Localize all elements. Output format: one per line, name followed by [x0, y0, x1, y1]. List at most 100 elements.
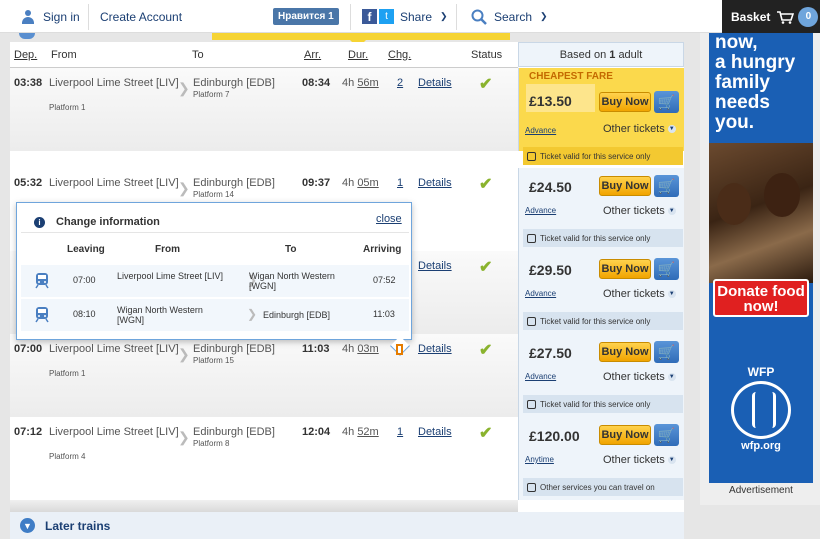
validity-text: Ticket valid for this service only: [540, 233, 651, 243]
changes-link[interactable]: 1: [397, 426, 403, 438]
details-link[interactable]: Details: [418, 260, 452, 272]
header-divider: [350, 4, 351, 30]
popup-col-from: From: [155, 244, 180, 255]
other-tickets-dropdown[interactable]: Other tickets ▼: [603, 454, 676, 466]
ticket-type-link[interactable]: Advance: [525, 126, 556, 135]
ad-headline: now, a hungry family needs you.: [715, 33, 796, 133]
other-tickets-dropdown[interactable]: Other tickets ▼: [603, 205, 676, 217]
from-platform: Platform 1: [49, 369, 86, 378]
leg-leaving-time: 07:00: [73, 275, 96, 285]
popup-close-link[interactable]: close: [376, 213, 402, 225]
fare-cell: £29.50 Buy Now 🛒 Advance Other tickets ▼ …: [518, 251, 684, 334]
details-link[interactable]: Details: [418, 77, 452, 89]
top-header: Sign in Create Account Нравится 1 f t Sh…: [0, 0, 820, 33]
duration: 4h 03m: [342, 343, 379, 355]
duration-minutes: 03m: [357, 343, 379, 355]
change-info-popup: i Change information close Leaving From …: [16, 202, 412, 356]
change-leg-row: 07:00 Liverpool Lime Street [LIV] ❯ Wiga…: [21, 265, 409, 297]
table-row[interactable]: 07:12 Liverpool Lime Street [LIV] Platfo…: [10, 417, 518, 500]
col-status: Status: [471, 48, 503, 61]
cart-icon[interactable]: 🛒: [654, 258, 679, 280]
details-link[interactable]: Details: [418, 343, 452, 355]
details-link[interactable]: Details: [418, 177, 452, 189]
share-label: Share: [400, 9, 433, 24]
other-tickets-dropdown[interactable]: Other tickets ▼: [603, 371, 676, 383]
chevron-right-icon: ❯: [178, 180, 190, 196]
donate-button[interactable]: Donate food now!: [713, 279, 809, 317]
ticket-validity-note: Ticket valid for this service only: [523, 147, 683, 165]
from-station: Liverpool Lime Street [LIV]: [49, 343, 179, 355]
changes-indicator-icon[interactable]: [396, 344, 403, 355]
cart-icon[interactable]: 🛒: [654, 341, 679, 363]
col-chg[interactable]: Chg.: [388, 42, 411, 67]
search-icon: [471, 9, 487, 25]
vk-like-button[interactable]: Нравится 1: [273, 0, 339, 33]
ticket-type-link[interactable]: Advance: [525, 206, 556, 215]
search-button[interactable]: Search ❯: [471, 0, 548, 33]
ticket-type-link[interactable]: Advance: [525, 289, 556, 298]
other-tickets-label: Other tickets: [603, 205, 665, 217]
sign-in-link[interactable]: Sign in: [21, 0, 80, 33]
header-divider: [88, 4, 89, 30]
departure-time: 07:00: [14, 343, 43, 355]
buy-now-button[interactable]: Buy Now: [599, 425, 651, 445]
fare-header-count: 1: [609, 48, 616, 61]
buy-now-button[interactable]: Buy Now: [599, 259, 651, 279]
basket-button[interactable]: Basket 0: [722, 0, 820, 33]
sign-in-label: Sign in: [43, 9, 80, 24]
from-station: Liverpool Lime Street [LIV]: [49, 177, 179, 189]
arrow-down-circle-icon: ▼: [20, 518, 35, 533]
bus-icon: [527, 233, 536, 243]
col-arr[interactable]: Arr.: [304, 42, 321, 67]
other-tickets-dropdown[interactable]: Other tickets ▼: [603, 123, 676, 135]
earlier-trains-button[interactable]: [19, 33, 35, 39]
chevron-down-icon: ❯: [540, 11, 548, 21]
wfp-emblem-icon: [731, 381, 791, 439]
col-from: From: [51, 48, 77, 61]
train-icon: [35, 307, 49, 323]
duration-hours: 4h: [342, 426, 355, 438]
buy-now-button[interactable]: Buy Now: [599, 176, 651, 196]
col-dep[interactable]: Dep.: [14, 42, 37, 67]
fare-cell: CHEAPEST FARE £13.50 Buy Now 🛒 Advance O…: [518, 68, 684, 165]
cart-icon[interactable]: 🛒: [654, 175, 679, 197]
ad-photo: [709, 143, 813, 283]
other-tickets-label: Other tickets: [603, 288, 665, 300]
buy-now-button[interactable]: Buy Now: [599, 342, 651, 362]
to-platform: Platform 8: [193, 439, 230, 448]
changes-link[interactable]: 1: [397, 177, 403, 189]
departure-time: 07:12: [14, 426, 43, 438]
cart-icon[interactable]: 🛒: [654, 424, 679, 446]
fare-cell: £27.50 Buy Now 🛒 Advance Other tickets ▼ …: [518, 334, 684, 417]
later-trains-button[interactable]: ▼ Later trains: [10, 512, 684, 539]
check-icon: ✔: [479, 259, 493, 276]
buy-now-button[interactable]: Buy Now: [599, 92, 651, 112]
ticket-validity-note: Ticket valid for this service only: [523, 395, 683, 413]
later-trains-label: Later trains: [45, 518, 111, 533]
info-icon: i: [34, 217, 45, 228]
fare-header-suffix: adult: [618, 48, 643, 61]
popup-title: Change information: [56, 216, 160, 228]
cart-icon[interactable]: 🛒: [654, 91, 679, 113]
cheapest-fare-label: CHEAPEST FARE: [529, 71, 613, 82]
table-row[interactable]: 07:00 Liverpool Lime Street [LIV] Platfo…: [10, 334, 518, 417]
ad-photo-figure: [764, 173, 800, 217]
create-account-link[interactable]: Create Account: [100, 0, 182, 33]
ticket-type-link[interactable]: Advance: [525, 372, 556, 381]
fare-price: £29.50: [529, 262, 572, 278]
duration: 4h 56m: [342, 77, 379, 89]
advertisement-banner[interactable]: now, a hungry family needs you. Donate f…: [709, 33, 813, 483]
chevron-down-icon: ▼: [667, 373, 676, 382]
to-station: Edinburgh [EDB]: [193, 426, 275, 438]
table-bottom-shade: [10, 500, 518, 512]
share-button[interactable]: f t Share ❯: [362, 0, 448, 33]
col-dur[interactable]: Dur.: [348, 42, 368, 67]
duration: 4h 05m: [342, 177, 379, 189]
validity-text: Other services you can travel on: [540, 482, 655, 492]
details-link[interactable]: Details: [418, 426, 452, 438]
ticket-type-link[interactable]: Anytime: [525, 455, 554, 464]
check-icon: ✔: [479, 425, 493, 442]
table-row[interactable]: 03:38 Liverpool Lime Street [LIV] Platfo…: [10, 68, 518, 151]
changes-link[interactable]: 2: [397, 77, 403, 89]
other-tickets-dropdown[interactable]: Other tickets ▼: [603, 288, 676, 300]
